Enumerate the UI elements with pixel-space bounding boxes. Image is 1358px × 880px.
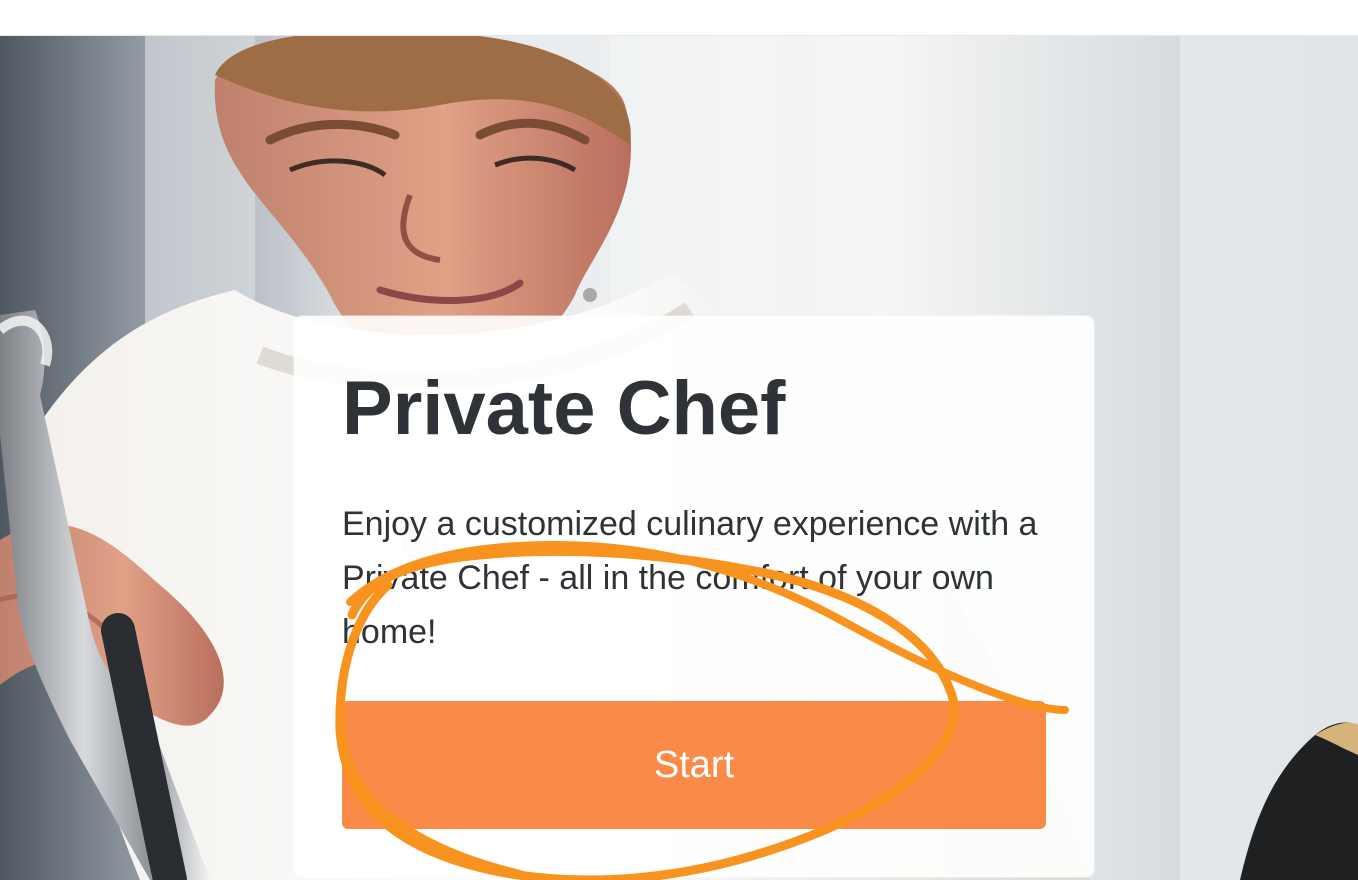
start-button[interactable]: Start bbox=[342, 701, 1046, 829]
page-title: Private Chef bbox=[342, 366, 786, 451]
hero-section: Private Chef Enjoy a customized culinary… bbox=[0, 35, 1358, 880]
hero-description: Enjoy a customized culinary experience w… bbox=[342, 505, 1038, 651]
top-bar bbox=[0, 0, 1358, 36]
hero-card: Private Chef Enjoy a customized culinary… bbox=[294, 316, 1094, 877]
page: Private Chef Enjoy a customized culinary… bbox=[0, 0, 1358, 880]
